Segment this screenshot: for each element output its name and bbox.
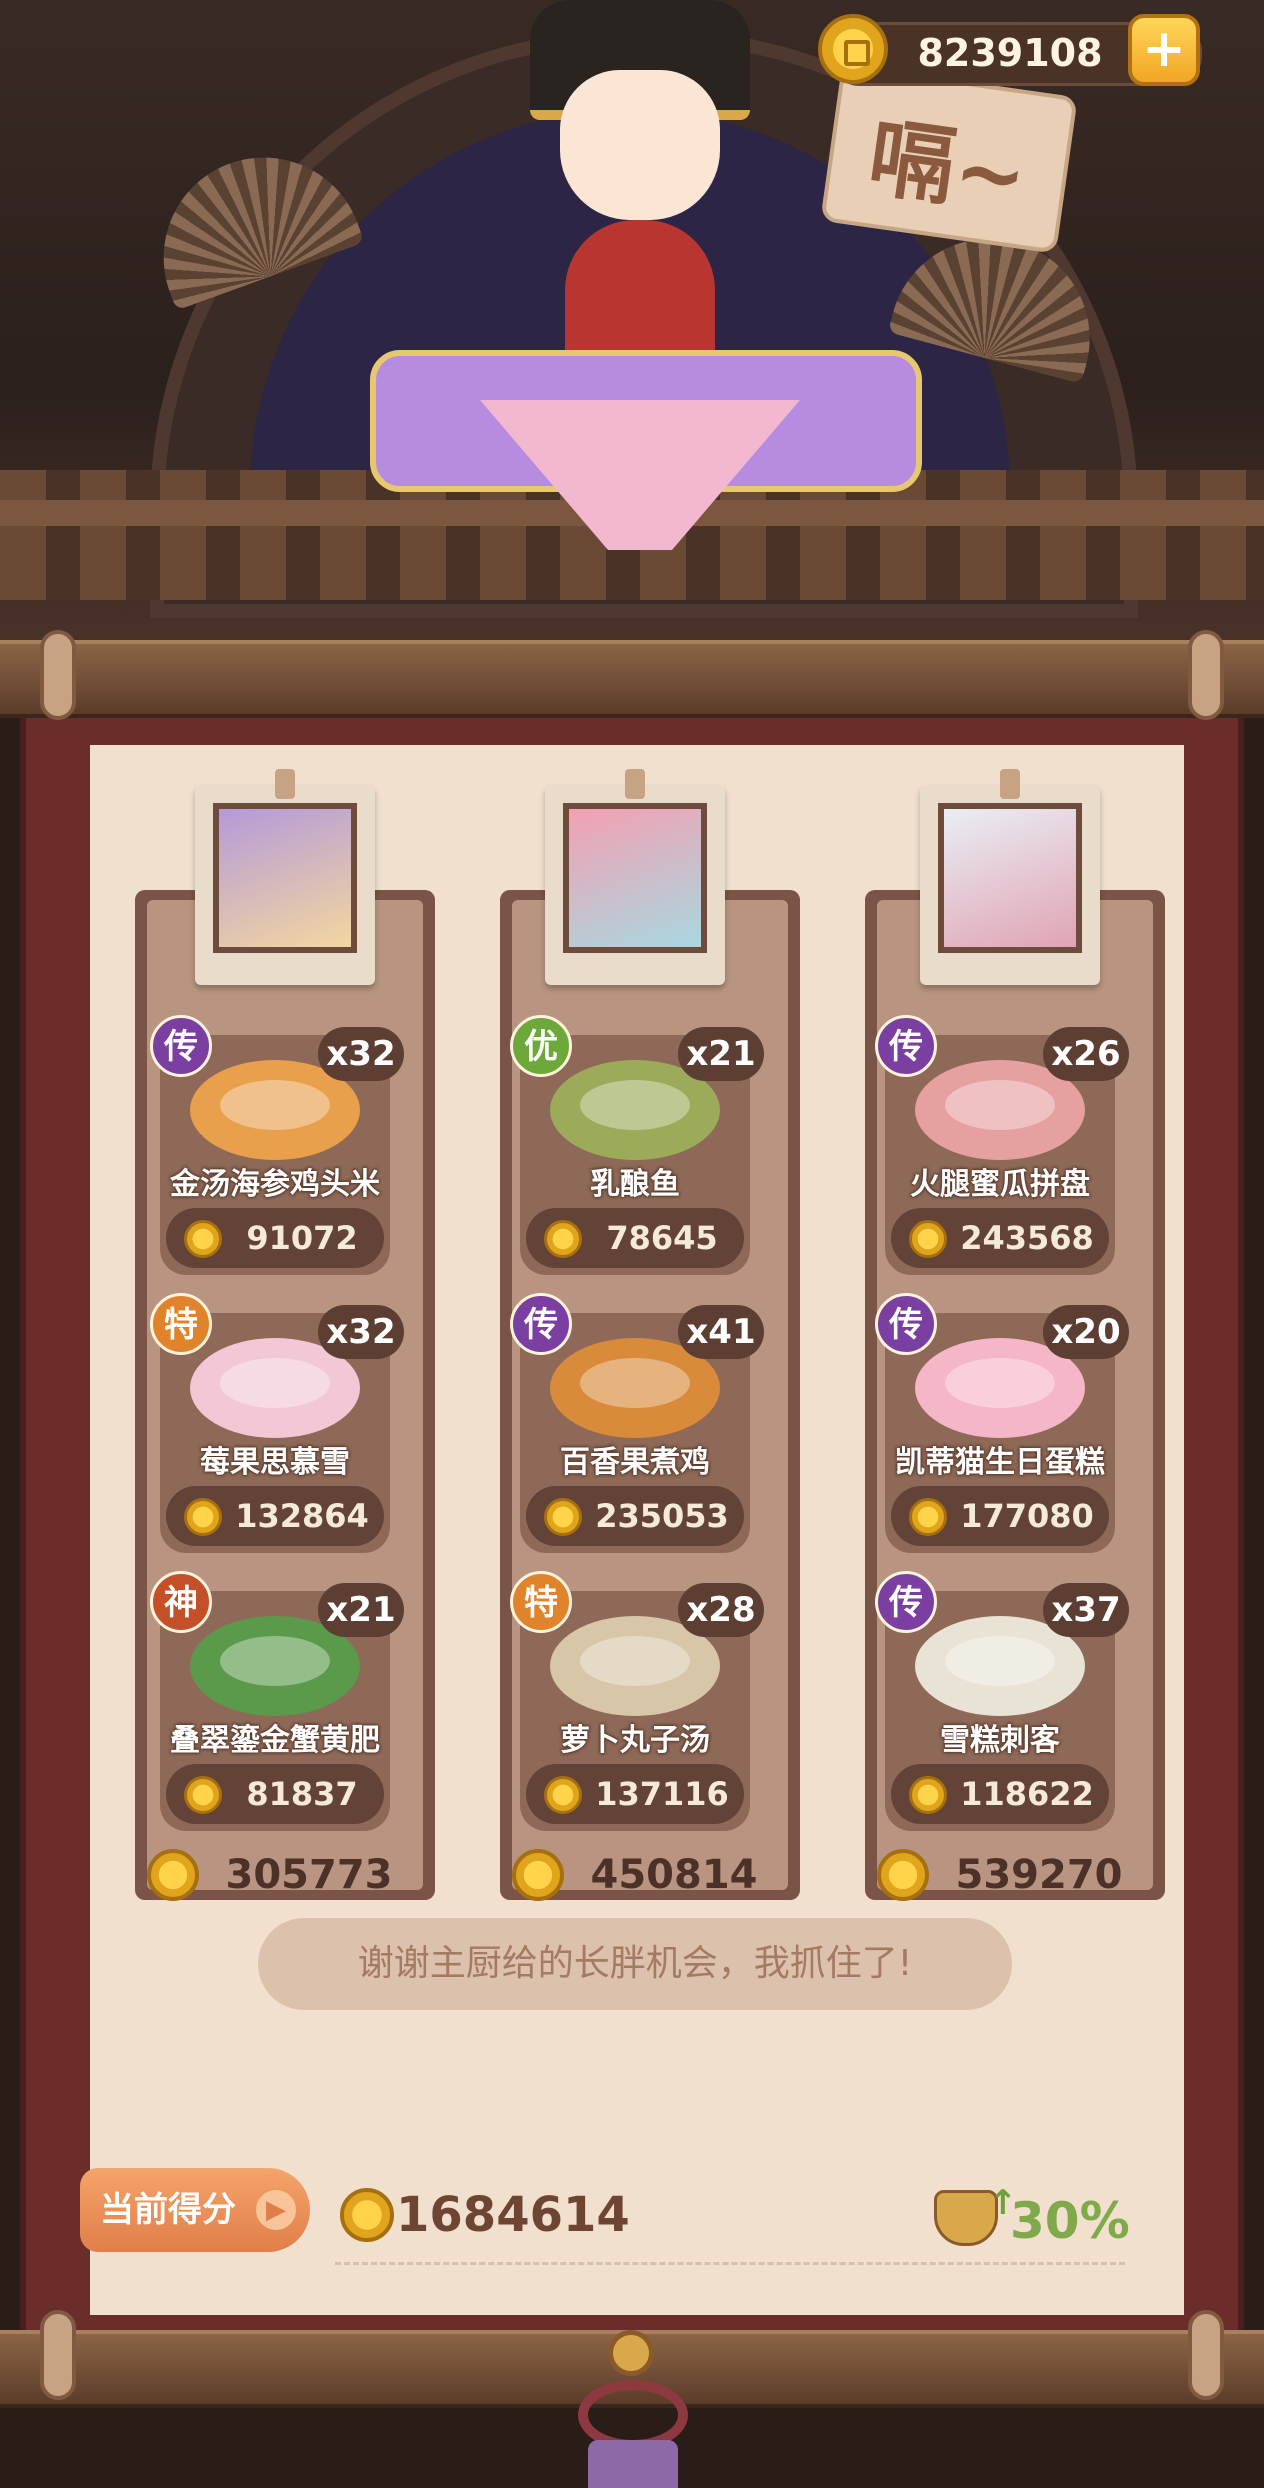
coin-icon (818, 14, 888, 84)
guest-portrait-2[interactable] (545, 769, 725, 985)
dish-name: 萝卜丸子汤 (560, 1723, 710, 1758)
dish-quantity: x21 (318, 1583, 404, 1637)
scroll-top-rod (0, 640, 1264, 718)
dish-name: 凯蒂猫生日蛋糕 (895, 1445, 1105, 1480)
dish-score: 137116 (595, 1775, 729, 1813)
rod-cap-right (1188, 630, 1224, 720)
dish-score: 177080 (960, 1497, 1094, 1535)
dashed-divider (335, 2262, 1125, 2265)
pin-icon (625, 769, 645, 799)
column-total-value: 305773 (225, 1852, 393, 1898)
play-arrow-icon: ▶ (256, 2190, 296, 2230)
grade-badge: 传 (875, 1571, 937, 1633)
dish-name: 火腿蜜瓜拼盘 (910, 1167, 1090, 1202)
guest-avatar-2 (563, 803, 707, 953)
current-score-tag[interactable]: 当前得分 ▶ (80, 2168, 310, 2252)
chinese-knot-decoration (568, 2330, 698, 2488)
dish-card[interactable]: 特 x28 萝卜丸子汤 137116 (510, 1571, 764, 1831)
current-score-value: 1684614 (396, 2187, 630, 2243)
dish-card[interactable]: 传 x37 雪糕刺客 118622 (875, 1571, 1129, 1831)
dish-score: 78645 (606, 1219, 718, 1257)
dish-name: 百香果煮鸡 (560, 1445, 710, 1480)
coin-icon (909, 1220, 947, 1258)
grade-badge: 优 (510, 1015, 572, 1077)
grade-badge: 神 (150, 1571, 212, 1633)
pin-icon (1000, 769, 1020, 799)
coin-icon (544, 1220, 582, 1258)
dish-quantity: x32 (318, 1305, 404, 1359)
dish-card[interactable]: 神 x21 叠翠鎏金蟹黄肥 81837 (150, 1571, 404, 1831)
column-total-value: 539270 (955, 1852, 1123, 1898)
add-coins-button[interactable]: + (1128, 14, 1200, 86)
dish-quantity: x37 (1043, 1583, 1129, 1637)
dish-name: 金汤海参鸡头米 (170, 1167, 380, 1202)
dish-quantity: x28 (678, 1583, 764, 1637)
column-total-1: 305773 (135, 1845, 435, 1905)
coin-icon (544, 1498, 582, 1536)
dish-score: 243568 (960, 1219, 1094, 1257)
current-score-label: 当前得分 (100, 2190, 236, 2230)
dish-card[interactable]: 传 x20 凯蒂猫生日蛋糕 177080 (875, 1293, 1129, 1553)
judge-head (560, 70, 720, 220)
coin-icon (184, 1220, 222, 1258)
coin-icon (184, 1498, 222, 1536)
guest-avatar-3 (938, 803, 1082, 953)
guest-portrait-3[interactable] (920, 769, 1100, 985)
grade-badge: 传 (875, 1015, 937, 1077)
guest-avatar-1 (213, 803, 357, 953)
burp-sign-text: 嗝~ (862, 106, 1034, 228)
burp-sign: 嗝~ (820, 64, 1078, 254)
coin-icon (340, 2188, 394, 2242)
column-total-value: 450814 (590, 1852, 758, 1898)
dish-card[interactable]: 传 x41 百香果煮鸡 235053 (510, 1293, 764, 1553)
dish-quantity: x32 (318, 1027, 404, 1081)
guest-quote: 谢谢主厨给的长胖机会，我抓住了! (258, 1918, 1012, 2010)
dish-quantity: x41 (678, 1305, 764, 1359)
rod-cap-bottom-right (1188, 2310, 1224, 2400)
dish-name: 乳酿鱼 (590, 1167, 680, 1202)
rod-cap-bottom-left (40, 2310, 76, 2400)
pin-icon (275, 769, 295, 799)
fullness-percent: 30% (1010, 2192, 1130, 2250)
coin-icon (184, 1776, 222, 1814)
dish-name: 莓果思慕雪 (200, 1445, 350, 1480)
guest-portrait-1[interactable] (195, 769, 375, 985)
column-total-3: 539270 (865, 1845, 1165, 1905)
fullness-pot-icon (934, 2183, 1017, 2246)
coin-balance: 8239108 (917, 31, 1103, 75)
dish-card[interactable]: 优 x21 乳酿鱼 78645 (510, 1015, 764, 1275)
coin-icon (909, 1776, 947, 1814)
dish-quantity: x21 (678, 1027, 764, 1081)
rod-cap-left (40, 630, 76, 720)
dish-quantity: x26 (1043, 1027, 1129, 1081)
dish-card[interactable]: 传 x32 金汤海参鸡头米 91072 (150, 1015, 404, 1275)
dish-card[interactable]: 特 x32 莓果思慕雪 132864 (150, 1293, 404, 1553)
dish-score: 81837 (246, 1775, 358, 1813)
coin-icon (877, 1849, 929, 1901)
coin-icon (544, 1776, 582, 1814)
grade-badge: 传 (510, 1293, 572, 1355)
dish-score: 118622 (960, 1775, 1094, 1813)
judge-scene: 嗝~ (0, 0, 1264, 640)
coin-icon (909, 1498, 947, 1536)
dish-quantity: x20 (1043, 1305, 1129, 1359)
dish-score: 91072 (246, 1219, 358, 1257)
grade-badge: 特 (510, 1571, 572, 1633)
grade-badge: 特 (150, 1293, 212, 1355)
dish-score: 235053 (595, 1497, 729, 1535)
column-total-2: 450814 (500, 1845, 800, 1905)
dish-card[interactable]: 传 x26 火腿蜜瓜拼盘 243568 (875, 1015, 1129, 1275)
coin-icon (147, 1849, 199, 1901)
grade-badge: 传 (875, 1293, 937, 1355)
grade-badge: 传 (150, 1015, 212, 1077)
dish-name: 叠翠鎏金蟹黄肥 (170, 1723, 380, 1758)
dish-name: 雪糕刺客 (940, 1723, 1060, 1758)
dish-score: 132864 (235, 1497, 369, 1535)
coin-icon (512, 1849, 564, 1901)
